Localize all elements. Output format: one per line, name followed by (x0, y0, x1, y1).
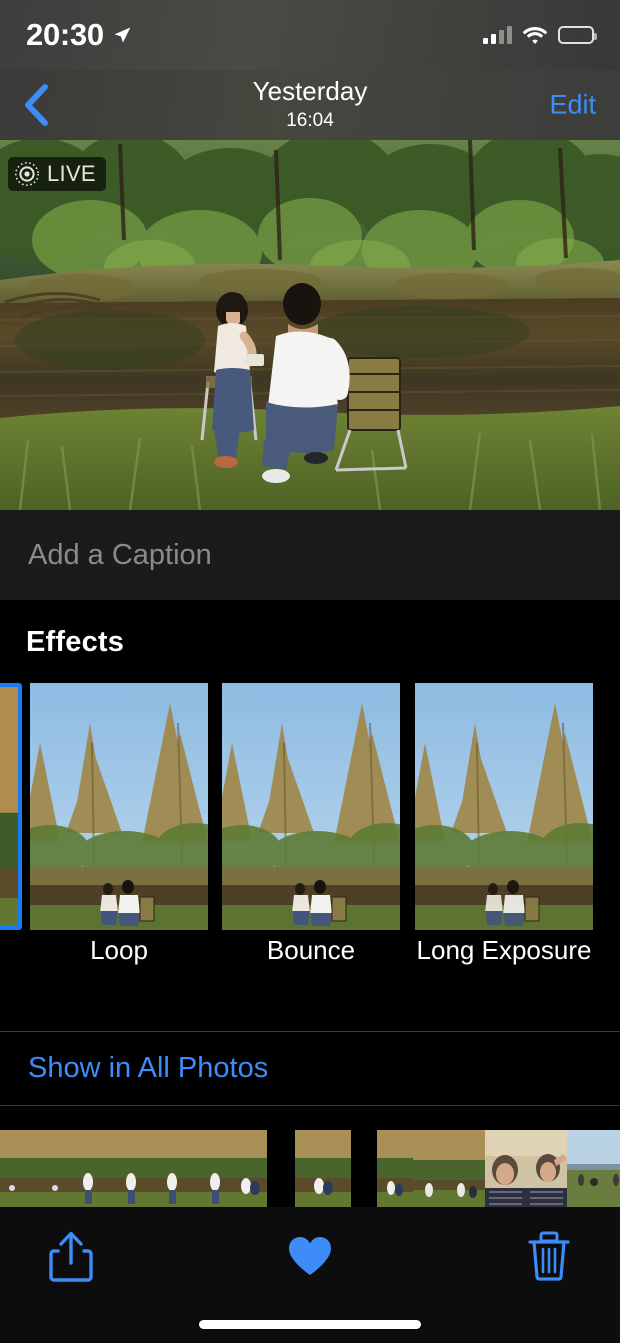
effect-thumbnail-loop (30, 683, 208, 930)
effects-heading: Effects (26, 626, 125, 658)
filmstrip-thumbnail[interactable] (567, 1130, 605, 1207)
share-icon (49, 1231, 93, 1282)
filmstrip-thumbnail[interactable] (228, 1130, 267, 1207)
effect-option-bounce[interactable] (222, 683, 400, 930)
live-photo-label: LIVE (47, 161, 96, 186)
filmstrip-thumbnail[interactable] (0, 1130, 35, 1207)
heart-filled-icon (289, 1237, 331, 1275)
filmstrip-thumbnail[interactable] (72, 1130, 111, 1207)
main-photo (0, 140, 620, 510)
caption-placeholder: Add a Caption (28, 538, 212, 571)
page-subtitle: 16:04 (286, 110, 334, 131)
filmstrip-thumbnail[interactable] (111, 1130, 150, 1207)
filmstrip-thumbnail[interactable] (605, 1130, 620, 1207)
delete-button[interactable] (518, 1225, 580, 1287)
status-bar-left: 20:30 (26, 17, 132, 53)
effect-label-long-exposure: Long Exposure (416, 935, 592, 965)
effect-thumbnail-bounce (222, 683, 400, 930)
show-in-all-photos-label: Show in All Photos (28, 1052, 269, 1084)
status-bar-clock: 20:30 (26, 17, 104, 52)
effect-label-bounce: Bounce (266, 935, 356, 965)
filmstrip-gap (267, 1130, 295, 1207)
filmstrip-thumbnail[interactable] (377, 1130, 413, 1207)
live-photo-badge[interactable]: LIVE (8, 157, 106, 191)
effects-labels: Loop Bounce Long Exposure (0, 935, 620, 975)
wifi-icon (522, 26, 548, 44)
cellular-signal-icon (483, 26, 512, 44)
show-in-all-photos-button[interactable]: Show in All Photos (0, 1032, 620, 1105)
effect-thumbnail-live (0, 687, 18, 926)
navigation-bar: Yesterday 16:04 Edit (0, 70, 620, 140)
filmstrip-thumbnail-selected[interactable] (295, 1130, 351, 1207)
trash-icon (528, 1231, 570, 1281)
chevron-left-icon (25, 84, 48, 126)
back-button[interactable] (10, 79, 62, 131)
battery-full-icon (558, 26, 597, 44)
live-photo-icon (15, 162, 39, 186)
divider-bottom (0, 1105, 620, 1106)
location-arrow-icon (114, 27, 131, 43)
filmstrip-thumbnail[interactable] (485, 1130, 526, 1207)
filmstrip-thumbnail[interactable] (449, 1130, 485, 1207)
effect-label-loop: Loop (90, 935, 148, 965)
caption-field[interactable]: Add a Caption (0, 510, 620, 600)
photo-filmstrip[interactable] (0, 1130, 620, 1207)
share-button[interactable] (40, 1225, 102, 1287)
photo-detail-screen: 20:30 Yesterday 16:04 Edit LIVE Add a Ca… (0, 0, 620, 1343)
filmstrip-thumbnail[interactable] (35, 1130, 72, 1207)
filmstrip-thumbnail[interactable] (189, 1130, 228, 1207)
effect-option-live[interactable] (0, 683, 22, 930)
effect-option-loop[interactable] (30, 683, 208, 930)
filmstrip-gap (351, 1130, 377, 1207)
status-bar-right (483, 26, 597, 45)
filmstrip-thumbnail[interactable] (526, 1130, 567, 1207)
filmstrip-thumbnail[interactable] (413, 1130, 449, 1207)
favorite-button[interactable] (279, 1225, 341, 1287)
home-indicator-bar (199, 1320, 421, 1329)
edit-button[interactable]: Edit (549, 90, 596, 121)
filmstrip-thumbnail[interactable] (150, 1130, 189, 1207)
status-bar: 20:30 (0, 0, 620, 70)
effects-carousel[interactable] (0, 683, 620, 930)
photo-viewer[interactable]: LIVE (0, 140, 620, 510)
nav-title-group: Yesterday 16:04 (253, 76, 368, 134)
page-title: Yesterday (252, 76, 368, 106)
effect-thumbnail-long-exposure (415, 683, 593, 930)
effect-option-long-exposure[interactable] (415, 683, 593, 930)
